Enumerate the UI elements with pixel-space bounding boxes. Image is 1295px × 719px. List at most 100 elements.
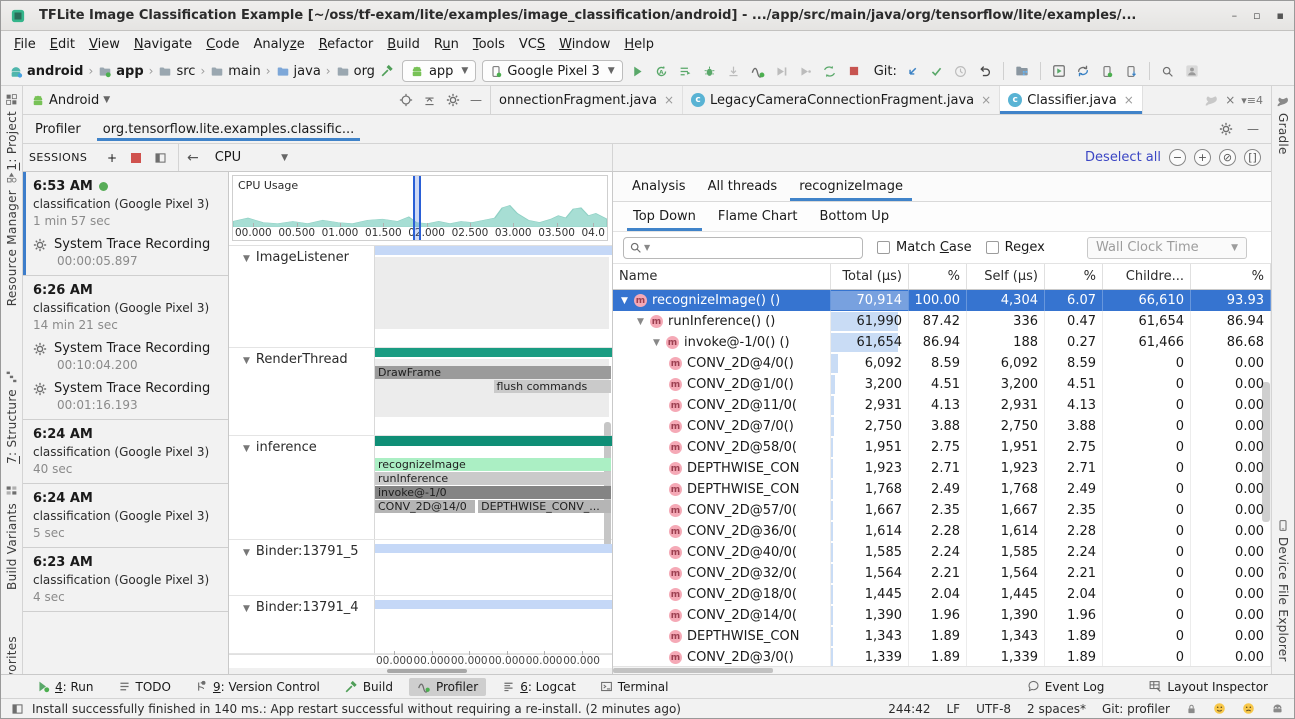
- menu-run[interactable]: Run: [427, 34, 466, 55]
- run-coverage-button[interactable]: [795, 60, 817, 82]
- column-header-4[interactable]: %: [1045, 264, 1103, 289]
- thread-lane-inference[interactable]: ▼inferencerecognizeImagerunInferenceinvo…: [229, 436, 612, 540]
- breadcrumb-main[interactable]: main: [210, 64, 260, 79]
- editor-tab-LegacyCameraConnectionFragment-java[interactable]: cLegacyCameraConnectionFragment.java×: [683, 86, 1000, 114]
- project-view-selector[interactable]: Android: [49, 93, 99, 108]
- locate-file-icon[interactable]: [399, 93, 413, 107]
- session-card[interactable]: 6:23 AMclassification (Google Pixel 3)4 …: [23, 548, 228, 612]
- thread-label[interactable]: ▼RenderThread: [229, 348, 374, 435]
- git-update-button[interactable]: [902, 60, 924, 82]
- collapse-thread-icon[interactable]: ▼: [243, 254, 250, 264]
- thread-label[interactable]: ▼inference: [229, 436, 374, 539]
- toolwindow-button-profiler[interactable]: Profiler: [409, 678, 486, 696]
- breadcrumb-src[interactable]: src: [158, 64, 195, 79]
- close-icon[interactable]: ×: [981, 93, 991, 107]
- device-manager-button[interactable]: [1048, 60, 1070, 82]
- menu-build[interactable]: Build: [380, 34, 427, 55]
- avd-manager-button[interactable]: [1096, 60, 1118, 82]
- thread-label[interactable]: ▼Binder:13791_5: [229, 540, 374, 595]
- tab-list-dropdown[interactable]: ▾≡4: [1241, 94, 1263, 107]
- menu-window[interactable]: Window: [552, 34, 617, 55]
- menu-tools[interactable]: Tools: [466, 34, 512, 55]
- clock-type-select[interactable]: Wall Clock Time ▼: [1087, 237, 1247, 259]
- stripe-device-file-explorer[interactable]: Device File Explorer: [1272, 518, 1294, 662]
- feedback-happy-icon[interactable]: [1213, 702, 1226, 715]
- table-row[interactable]: mDEPTHWISE_CON1,7682.491,7682.4900.00: [613, 479, 1271, 500]
- trace-event-DEPTHWISE_CONV_-[interactable]: DEPTHWISE_CONV_...: [478, 500, 611, 513]
- line-separator[interactable]: LF: [946, 702, 960, 716]
- table-row[interactable]: mCONV_2D@11/0(2,9314.132,9314.1300.00: [613, 395, 1271, 416]
- run-button[interactable]: [627, 60, 649, 82]
- thread-lane-ImageListener[interactable]: ▼ImageListener: [229, 246, 612, 348]
- lock-icon[interactable]: [1186, 703, 1197, 715]
- build-hammer-icon[interactable]: [376, 60, 398, 82]
- thread-label[interactable]: ▼ImageListener: [229, 246, 374, 347]
- column-header-6[interactable]: %: [1191, 264, 1271, 289]
- expand-arrow-icon[interactable]: ▼: [637, 317, 650, 327]
- analysis-tab-analysis[interactable]: Analysis: [623, 172, 695, 201]
- collapse-panel-icon[interactable]: [149, 147, 171, 169]
- regex-checkbox[interactable]: Regex: [986, 240, 1045, 255]
- search-history-icon[interactable]: ▼: [644, 243, 650, 252]
- trace-recording-item[interactable]: System Trace Recording00:01:16.193: [33, 381, 220, 412]
- subtab-top-down[interactable]: Top Down: [627, 202, 702, 231]
- thread-track[interactable]: recognizeImagerunInferenceinvoke@-1/0CON…: [374, 436, 612, 539]
- analysis-tab-recognizeimage[interactable]: recognizeImage: [790, 172, 912, 201]
- session-card[interactable]: 6:26 AMclassification (Google Pixel 3)14…: [23, 276, 228, 420]
- profile-button[interactable]: [747, 60, 769, 82]
- session-card[interactable]: 6:24 AMclassification (Google Pixel 3)5 …: [23, 484, 228, 548]
- toolwindow-button-terminal[interactable]: Terminal: [592, 678, 677, 696]
- toolwindow-button-6-logcat[interactable]: 6: Logcat: [494, 678, 584, 696]
- table-row[interactable]: mDEPTHWISE_CON1,9232.711,9232.7100.00: [613, 458, 1271, 479]
- table-row[interactable]: ▼minvoke@-1/0() ()61,65486.941880.2761,4…: [613, 332, 1271, 353]
- trace-recording-item[interactable]: System Trace Recording00:10:04.200: [33, 341, 220, 372]
- thread-label[interactable]: ▼Binder:13791_4: [229, 596, 374, 653]
- menu-file[interactable]: File: [7, 34, 43, 55]
- search-box[interactable]: ▼: [623, 237, 863, 259]
- project-structure-button[interactable]: [1011, 60, 1033, 82]
- toolwindow-button-todo[interactable]: TODO: [110, 678, 179, 696]
- robot-icon[interactable]: [1271, 702, 1284, 715]
- breadcrumb-android[interactable]: android: [9, 64, 83, 79]
- stripe-resource-manager[interactable]: Resource Manager: [5, 171, 19, 306]
- toolwindow-button-9-version-control[interactable]: 9: Version Control: [187, 678, 328, 696]
- back-arrow-icon[interactable]: ←: [187, 150, 199, 166]
- table-row[interactable]: mCONV_2D@36/0(1,6142.281,6142.2800.00: [613, 521, 1271, 542]
- file-encoding[interactable]: UTF-8: [976, 702, 1011, 716]
- toolwindow-button-layout-inspector[interactable]: Layout Inspector: [1140, 678, 1276, 696]
- stripe-build-variants[interactable]: Build Variants: [5, 484, 19, 590]
- table-row[interactable]: mCONV_2D@14/0(1,3901.961,3901.9600.00: [613, 605, 1271, 626]
- hide-panel-icon[interactable]: —: [1247, 122, 1259, 136]
- gear-icon[interactable]: [446, 93, 460, 107]
- column-header-2[interactable]: %: [909, 264, 967, 289]
- collapse-thread-icon[interactable]: ▼: [243, 356, 250, 366]
- subtab-flame-chart[interactable]: Flame Chart: [712, 202, 804, 231]
- apply-changes-button[interactable]: A: [651, 60, 673, 82]
- editor-tab-onnectionFragment-java[interactable]: onnectionFragment.java×: [491, 86, 683, 114]
- git-branch[interactable]: Git: profiler: [1102, 702, 1170, 716]
- menu-analyze[interactable]: Analyze: [246, 34, 311, 55]
- cpu-usage-minimap[interactable]: CPU Usage 00.00000.50001.00001.50002.000…: [232, 175, 608, 241]
- column-header-1[interactable]: Total (µs): [831, 264, 909, 289]
- device-select[interactable]: Google Pixel 3 ▼: [482, 60, 622, 82]
- minimize-button[interactable]: –: [1232, 9, 1238, 22]
- toggle-margins-icon[interactable]: [11, 703, 24, 715]
- collapse-thread-icon[interactable]: ▼: [243, 604, 250, 614]
- stripe-gradle[interactable]: Gradle: [1272, 94, 1294, 155]
- search-everywhere-button[interactable]: [1157, 60, 1179, 82]
- profiler-session-tab[interactable]: org.tensorflow.lite.examples.classific..…: [97, 117, 361, 141]
- menu-edit[interactable]: Edit: [43, 34, 82, 55]
- stripe----project[interactable]: 1: Project: [5, 92, 19, 171]
- indent-style[interactable]: 2 spaces*: [1027, 702, 1086, 716]
- analysis-tab-all-threads[interactable]: All threads: [699, 172, 787, 201]
- table-horizontal-scrollbar[interactable]: [613, 666, 1271, 674]
- thread-track[interactable]: [374, 596, 612, 653]
- editor-tab-Classifier-java[interactable]: cClassifier.java×: [1000, 86, 1143, 114]
- close-icon[interactable]: ×: [1124, 93, 1134, 107]
- stripe----structure[interactable]: 7: Structure: [5, 370, 19, 464]
- profiler-type-select[interactable]: CPU ▼: [209, 148, 294, 167]
- menu-vcs[interactable]: VCS: [512, 34, 552, 55]
- collapse-all-icon[interactable]: [423, 94, 436, 107]
- stop-recording-button[interactable]: [125, 147, 147, 169]
- table-row[interactable]: mCONV_2D@1/0()3,2004.513,2004.5100.00: [613, 374, 1271, 395]
